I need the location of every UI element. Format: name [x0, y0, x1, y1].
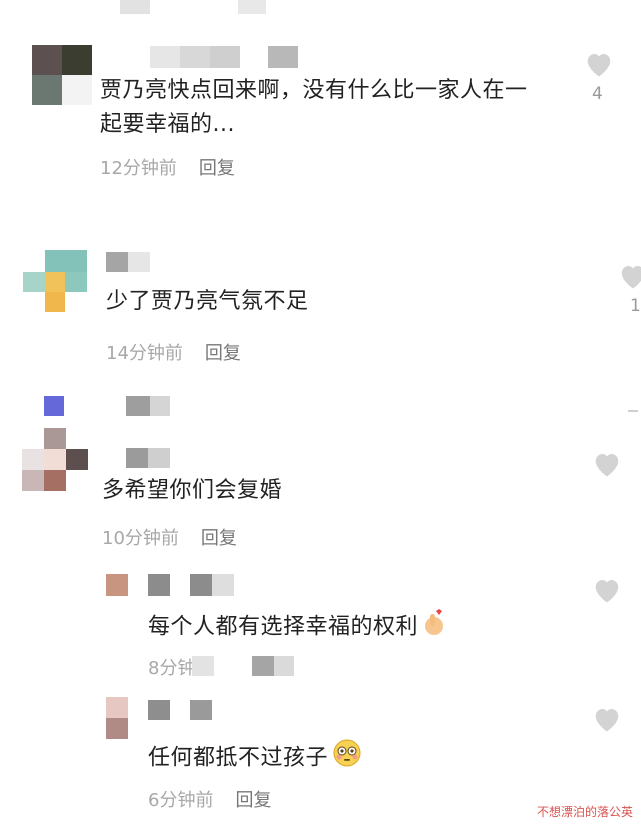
comment-text-line: 贾乃亮快点回来啊，没有什么比一家人在一: [100, 78, 528, 103]
avatar[interactable]: [23, 250, 87, 314]
username-blurred[interactable]: [148, 700, 238, 720]
reply-text: 任何都抵不过孩子: [148, 738, 362, 779]
comment-meta: 10分钟前 回复: [102, 524, 237, 550]
username-blurred[interactable]: [150, 46, 300, 68]
comment-text: 少了贾乃亮气氛不足: [106, 289, 309, 314]
reply-text-content: 任何都抵不过孩子: [148, 745, 329, 771]
watermark: 不想漂泊的落公英: [536, 805, 633, 819]
heart-icon: [595, 709, 619, 732]
reply-button[interactable]: 回复: [205, 343, 241, 364]
comment-text: 多希望你们会复婚: [102, 478, 283, 503]
flushed-face-emoji-icon: [332, 738, 362, 779]
blurred-pixel: [126, 396, 150, 416]
timestamp: 14分钟前: [106, 343, 183, 364]
heart-icon: [621, 266, 641, 289]
avatar[interactable]: [22, 428, 88, 492]
comment-text-line: 起要幸福的...: [100, 112, 235, 137]
blurred-pixel: [274, 656, 294, 676]
reply-button[interactable]: 回复: [201, 528, 237, 549]
comment-text: 贾乃亮快点回来啊，没有什么比一家人在一 起要幸福的...: [100, 74, 570, 142]
blurred-pixel: [252, 656, 274, 676]
like-button[interactable]: [592, 705, 622, 733]
avatar[interactable]: [32, 45, 92, 105]
blurred-pixel: [44, 396, 64, 416]
heart-icon: [595, 580, 619, 603]
reply-text-content: 每个人都有选择幸福的权利: [148, 614, 419, 640]
timestamp: 12分钟前: [100, 158, 177, 179]
finger-heart-emoji-icon: [422, 608, 446, 647]
like-button[interactable]: [592, 576, 622, 604]
username-blurred[interactable]: [106, 252, 150, 272]
blurred-pixel: [238, 0, 266, 14]
like-button[interactable]: [618, 262, 641, 290]
reply-button[interactable]: 回复: [235, 790, 271, 811]
blurred-pixel: [120, 0, 150, 14]
reply-text: 每个人都有选择幸福的权利: [148, 608, 446, 647]
avatar[interactable]: [106, 697, 128, 739]
like-count: 4: [592, 84, 603, 104]
like-button[interactable]: [592, 450, 622, 478]
comment-meta: 14分钟前 回复: [106, 339, 241, 365]
blurred-pixel: [192, 656, 214, 676]
reply-button[interactable]: 回复: [199, 158, 235, 179]
reply-meta: 6分钟前 回复: [148, 786, 271, 812]
timestamp: 6分钟前: [148, 790, 214, 811]
timestamp: 10分钟前: [102, 528, 179, 549]
heart-icon: [587, 54, 611, 77]
like-button[interactable]: [584, 50, 614, 78]
blurred-pixel: [150, 396, 170, 416]
divider: [628, 410, 638, 412]
avatar[interactable]: [106, 574, 128, 596]
username-blurred[interactable]: [126, 448, 170, 468]
like-count: 1: [630, 296, 641, 316]
comment-meta: 12分钟前 回复: [100, 154, 235, 180]
username-blurred[interactable]: [148, 574, 238, 596]
heart-icon: [595, 454, 619, 477]
